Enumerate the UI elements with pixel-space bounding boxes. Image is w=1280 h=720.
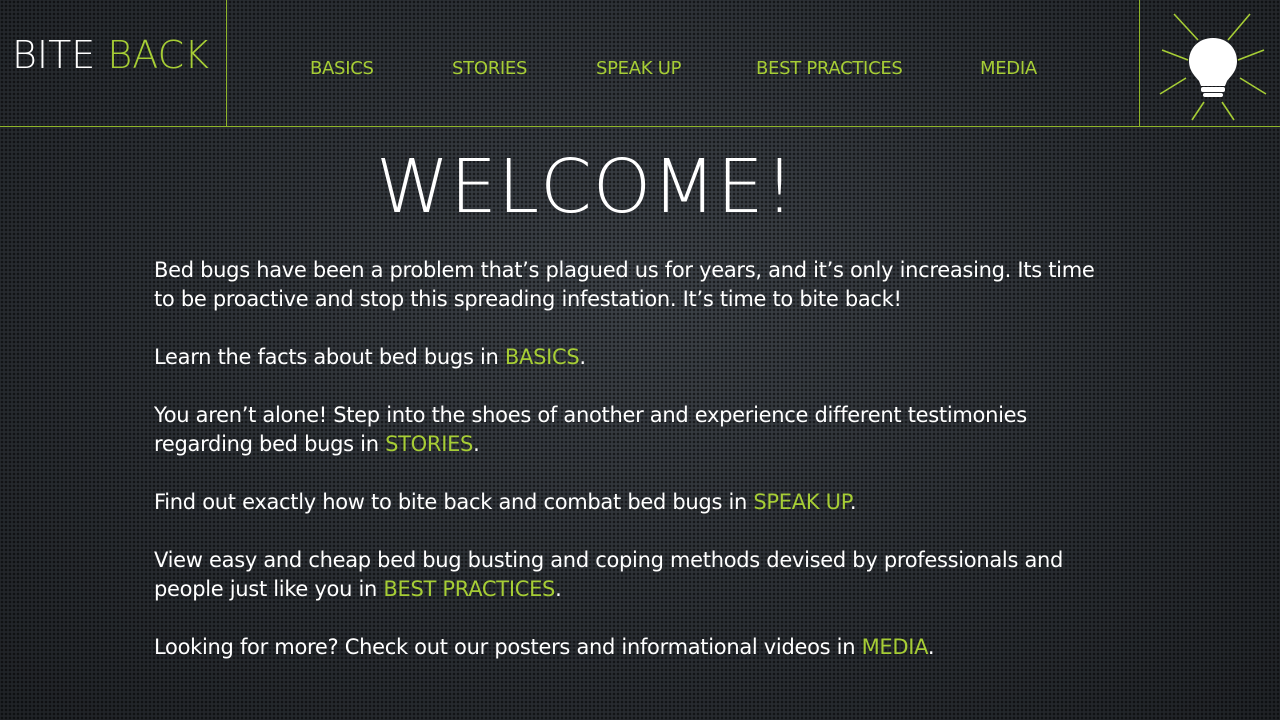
header-divider [0,126,1280,127]
stories-text: You aren’t alone! Step into the shoes of… [154,403,1027,456]
stories-link[interactable]: STORIES [385,432,473,456]
basics-paragraph: Learn the facts about bed bugs in BASICS… [154,343,1114,372]
lightbulb-icon [1159,13,1267,121]
stories-paragraph: You aren’t alone! Step into the shoes of… [154,401,1114,459]
best-practices-text: View easy and cheap bed bug busting and … [154,548,1064,601]
media-link[interactable]: MEDIA [862,635,929,659]
best-practices-period: . [555,577,562,601]
welcome-title: WELCOME! [376,144,796,230]
welcome-body: Bed bugs have been a problem that’s plag… [154,256,1114,691]
stories-period: . [473,432,480,456]
best-practices-paragraph: View easy and cheap bed bug busting and … [154,546,1114,604]
nav-speak-up[interactable]: SPEAK UP [596,58,681,79]
media-period: . [927,635,935,659]
basics-link[interactable]: BASICS [505,345,580,369]
media-paragraph: Looking for more? Check out our posters … [154,633,1114,662]
media-text: Looking for more? Check out our posters … [154,635,862,659]
intro-paragraph: Bed bugs have been a problem that’s plag… [154,258,1095,311]
speakup-text: Find out exactly how to bite back and co… [154,490,754,514]
nav-media[interactable]: MEDIA [980,58,1037,79]
nav-best-practices[interactable]: BEST PRACTICES [756,58,903,79]
speakup-paragraph: Find out exactly how to bite back and co… [154,488,1114,517]
speak-up-link[interactable]: SPEAK UP [753,490,850,514]
main-nav: BASICS STORIES SPEAK UP BEST PRACTICES M… [0,58,1280,84]
basics-period: . [579,345,586,369]
nav-stories[interactable]: STORIES [452,58,527,79]
speakup-period: . [849,490,857,514]
nav-basics[interactable]: BASICS [310,58,374,79]
best-practices-link[interactable]: BEST PRACTICES [383,577,555,601]
basics-text: Learn the facts about bed bugs in [154,345,505,369]
